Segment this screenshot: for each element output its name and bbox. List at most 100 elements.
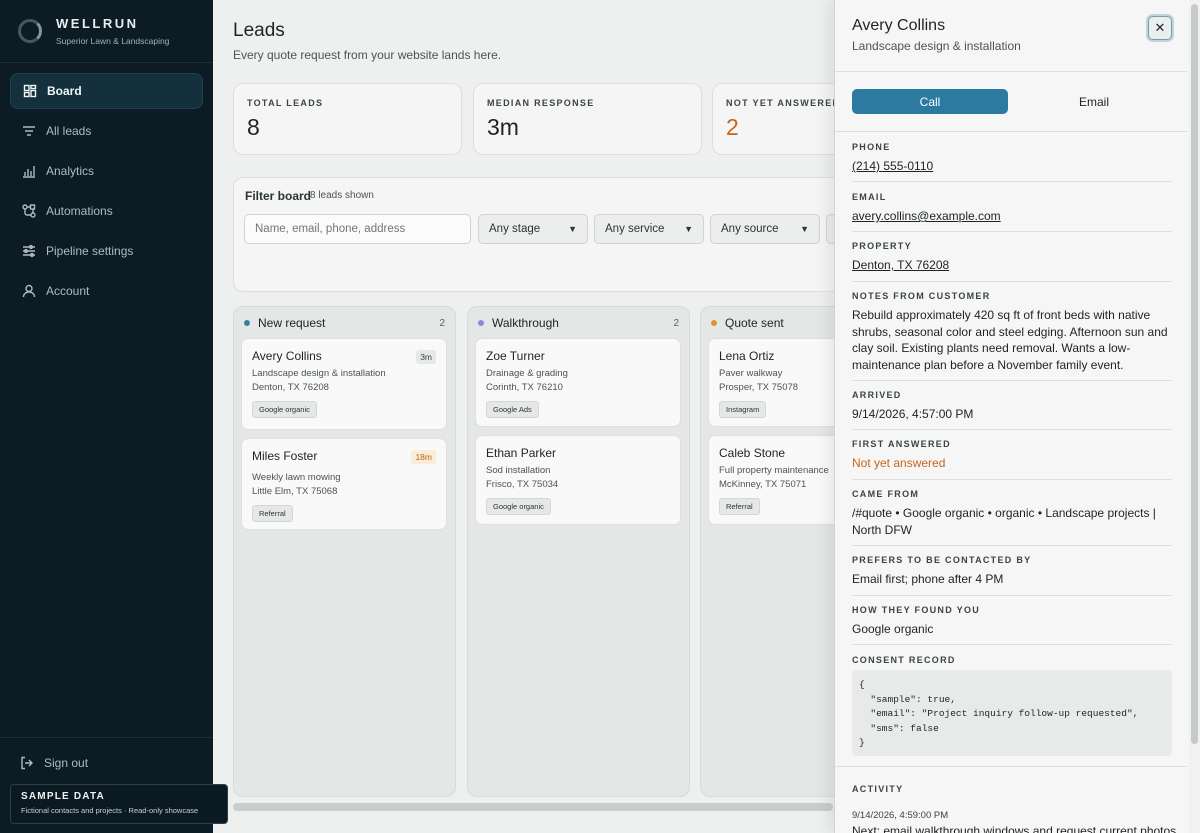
column-count: 2 xyxy=(439,317,445,329)
lead-name: Zoe Turner xyxy=(486,349,545,363)
lead-card[interactable]: Zoe Turner Drainage & grading Corinth, T… xyxy=(475,338,681,427)
automation-nodes-icon xyxy=(22,204,36,218)
lead-detail-panel: Avery Collins Landscape design & install… xyxy=(834,0,1200,833)
consent-record: { "sample": true, "email": "Project inqu… xyxy=(852,670,1172,756)
column-title: Quote sent xyxy=(725,316,784,330)
divider xyxy=(0,737,213,738)
customer-notes: Rebuild approximately 420 sq ft of front… xyxy=(852,308,1168,372)
horizontal-scrollbar[interactable] xyxy=(233,803,833,811)
lead-detail-service: Landscape design & installation xyxy=(852,39,1021,53)
divider xyxy=(835,131,1187,132)
stat-value: 8 xyxy=(247,114,260,140)
stat-total-leads: TOTAL LEADS 8 xyxy=(233,83,462,155)
sidebar-item-all-leads[interactable]: All leads xyxy=(10,113,203,149)
sidebar-nav: Board All leads Analytics Automations Pi… xyxy=(10,73,203,313)
contact-preference-value: Email first; phone after 4 PM xyxy=(852,572,1004,586)
sidebar-item-board[interactable]: Board xyxy=(10,73,203,109)
stat-value: 3m xyxy=(487,114,519,140)
lead-name: Miles Foster xyxy=(252,449,318,463)
divider xyxy=(852,429,1172,430)
lead-service: Landscape design & installation xyxy=(252,368,386,379)
sidebar-item-pipeline-settings[interactable]: Pipeline settings xyxy=(10,233,203,269)
stat-median-response: MEDIAN RESPONSE 3m xyxy=(473,83,702,155)
service-select[interactable]: Any service ▼ xyxy=(594,214,704,244)
page-title: Leads xyxy=(233,20,285,41)
sidebar-item-label: Board xyxy=(47,84,82,98)
filter-lines-icon xyxy=(22,124,36,138)
column-header: Walkthrough 2 xyxy=(478,316,679,330)
source-chip: Google organic xyxy=(486,498,551,515)
stage-select[interactable]: Any stage ▼ xyxy=(478,214,588,244)
brand-subtitle: Superior Lawn & Landscaping xyxy=(56,36,170,46)
email-button[interactable]: Email xyxy=(1016,89,1172,114)
lead-detail-name: Avery Collins xyxy=(852,17,946,34)
lead-address: Corinth, TX 76210 xyxy=(486,382,563,393)
filter-board: Filter board 8 leads shown Any stage ▼ A… xyxy=(233,177,936,292)
sidebar-item-label: Automations xyxy=(46,204,113,218)
panel-scrollbar[interactable] xyxy=(1189,0,1200,833)
field-consent: CONSENT RECORD xyxy=(852,655,1172,665)
field-label: PHONE xyxy=(852,142,891,152)
divider xyxy=(852,479,1172,480)
lead-address: Little Elm, TX 75068 xyxy=(252,486,338,497)
lead-address: Denton, TX 76208 xyxy=(252,382,329,393)
lead-service: Weekly lawn mowing xyxy=(252,472,341,483)
field-label: ARRIVED xyxy=(852,390,902,400)
source-select[interactable]: Any source ▼ xyxy=(710,214,820,244)
lead-card[interactable]: Miles Foster Weekly lawn mowing Little E… xyxy=(241,438,447,530)
source-chip: Referral xyxy=(719,498,760,515)
field-found-you: HOW THEY FOUND YOU Google organic xyxy=(852,605,1172,638)
chevron-down-icon: ▼ xyxy=(568,224,577,234)
source-chip: Google Ads xyxy=(486,401,539,418)
sidebar-item-account[interactable]: Account xyxy=(10,273,203,309)
found-you-value: Google organic xyxy=(852,622,934,636)
column-header: New request 2 xyxy=(244,316,445,330)
divider xyxy=(835,766,1187,767)
sign-out-button[interactable]: Sign out xyxy=(20,756,88,770)
column-title: Walkthrough xyxy=(492,316,559,330)
field-contact-preference: PREFERS TO BE CONTACTED BY Email first; … xyxy=(852,555,1172,588)
sample-data-subtitle: Fictional contacts and projects · Read-o… xyxy=(21,806,199,815)
search-input[interactable] xyxy=(244,214,471,244)
sidebar-item-analytics[interactable]: Analytics xyxy=(10,153,203,189)
lead-service: Drainage & grading xyxy=(486,368,568,379)
field-first-answered: FIRST ANSWERED Not yet answered xyxy=(852,439,1172,472)
age-badge: 3m xyxy=(416,350,436,364)
call-button[interactable]: Call xyxy=(852,89,1008,114)
sidebar-item-label: Analytics xyxy=(46,164,95,178)
stat-label: MEDIAN RESPONSE xyxy=(487,98,595,108)
divider xyxy=(0,62,213,63)
email-link[interactable]: avery.collins@example.com xyxy=(852,208,1172,225)
sidebar: WELLRUN Superior Lawn & Landscaping Boar… xyxy=(0,0,213,833)
field-label: HOW THEY FOUND YOU xyxy=(852,605,981,615)
field-label: NOTES FROM CUSTOMER xyxy=(852,291,991,301)
came-from-value: /#quote • Google organic • organic • Lan… xyxy=(852,506,1156,537)
lead-card[interactable]: Ethan Parker Sod installation Frisco, TX… xyxy=(475,435,681,525)
stage-select-value: Any stage xyxy=(489,223,541,235)
field-arrived: ARRIVED 9/14/2026, 4:57:00 PM xyxy=(852,390,1172,423)
field-phone: PHONE (214) 555-0110 xyxy=(852,142,1172,175)
brand: WELLRUN Superior Lawn & Landscaping xyxy=(18,16,169,46)
lead-service: Sod installation xyxy=(486,465,551,476)
field-label: EMAIL xyxy=(852,192,887,202)
field-email: EMAIL avery.collins@example.com xyxy=(852,192,1172,225)
page-subtitle: Every quote request from your website la… xyxy=(233,48,502,62)
sample-data-title: SAMPLE DATA xyxy=(21,791,105,802)
source-chip: Referral xyxy=(252,505,293,522)
scrollbar-thumb[interactable] xyxy=(1191,4,1198,744)
field-label: CAME FROM xyxy=(852,489,920,499)
sidebar-item-automations[interactable]: Automations xyxy=(10,193,203,229)
close-button[interactable]: ✕ xyxy=(1148,16,1172,40)
age-badge: 18m xyxy=(411,450,436,464)
bar-chart-icon xyxy=(22,164,36,178)
phone-link[interactable]: (214) 555-0110 xyxy=(852,158,1172,175)
lead-name: Ethan Parker xyxy=(486,446,557,460)
brand-name: WELLRUN xyxy=(56,16,139,31)
field-notes: NOTES FROM CUSTOMER Rebuild approximatel… xyxy=(852,291,1172,373)
property-link[interactable]: Denton, TX 76208 xyxy=(852,257,1172,274)
lead-card[interactable]: Avery Collins Landscape design & install… xyxy=(241,338,447,430)
field-came-from: CAME FROM /#quote • Google organic • org… xyxy=(852,489,1172,538)
field-label: FIRST ANSWERED xyxy=(852,439,951,449)
status-dot xyxy=(244,320,250,326)
field-label: ACTIVITY xyxy=(852,784,904,794)
